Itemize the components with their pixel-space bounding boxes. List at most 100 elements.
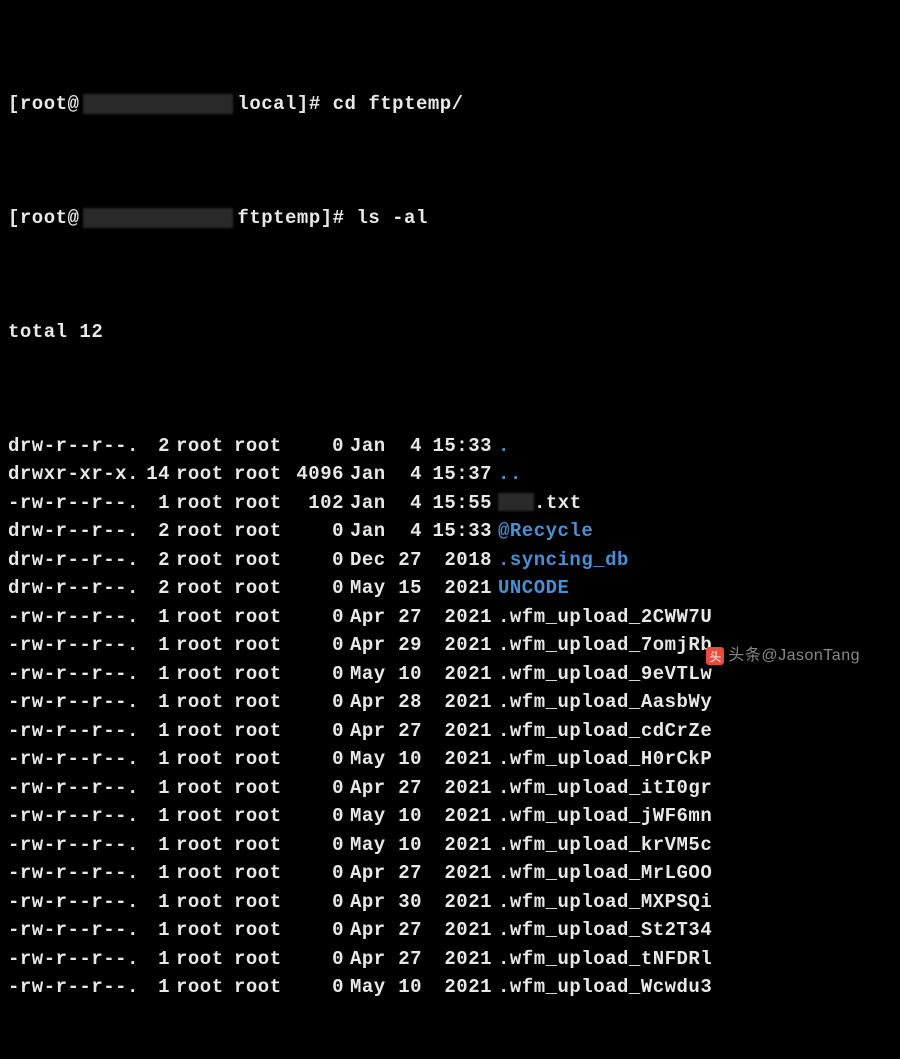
file-perms: -rw-r--r--. [8,916,140,945]
file-row: -rw-r--r--.1rootroot0Apr272021.wfm_uploa… [8,916,892,945]
file-time: 2021 [428,945,498,974]
file-perms: -rw-r--r--. [8,888,140,917]
file-perms: drw-r--r--. [8,546,140,575]
file-group: root [234,460,292,489]
file-name: .. [498,460,892,489]
file-name: .wfm_upload_2CWW7U [498,603,892,632]
file-month: Apr [350,774,396,803]
file-name: .txt [498,489,892,518]
file-size: 0 [292,631,350,660]
file-perms: drw-r--r--. [8,432,140,461]
file-row: -rw-r--r--.1rootroot0Apr272021.wfm_uploa… [8,603,892,632]
redacted-filename-prefix [498,493,534,511]
file-group: root [234,802,292,831]
file-time: 2021 [428,660,498,689]
file-perms: -rw-r--r--. [8,631,140,660]
file-links: 1 [140,631,176,660]
file-perms: -rw-r--r--. [8,660,140,689]
file-links: 2 [140,432,176,461]
file-time: 2021 [428,859,498,888]
watermark-text: 头条@JasonTang [728,647,860,664]
file-name: .wfm_upload_cdCrZe [498,717,892,746]
file-owner: root [176,916,234,945]
file-links: 1 [140,774,176,803]
file-links: 1 [140,802,176,831]
file-owner: root [176,489,234,518]
spacer [321,90,333,119]
file-name: .wfm_upload_MXPSQi [498,888,892,917]
file-day: 30 [396,888,428,917]
file-owner: root [176,460,234,489]
file-group: root [234,831,292,860]
file-day: 4 [396,460,428,489]
file-day: 10 [396,973,428,1002]
file-time: 2018 [428,546,498,575]
command-text: ls -al [356,204,427,233]
file-links: 1 [140,831,176,860]
watermark-icon [706,647,724,665]
redacted-host [83,94,233,114]
terminal-output[interactable]: [root@ local]# cd ftptemp/ [root@ ftptem… [8,4,892,1059]
file-group: root [234,688,292,717]
file-size: 0 [292,831,350,860]
prompt-cwd: ftptemp]# [237,204,344,233]
file-size: 0 [292,660,350,689]
file-size: 0 [292,945,350,974]
file-row: drw-r--r--.2rootroot0Dec272018.syncing_d… [8,546,892,575]
file-links: 1 [140,603,176,632]
file-links: 1 [140,717,176,746]
file-name: .wfm_upload_itI0gr [498,774,892,803]
file-size: 0 [292,432,350,461]
file-size: 0 [292,916,350,945]
file-day: 29 [396,631,428,660]
file-size: 0 [292,802,350,831]
watermark: 头条@JasonTang [706,644,860,668]
file-links: 1 [140,745,176,774]
file-month: Apr [350,859,396,888]
file-links: 1 [140,916,176,945]
file-row: drw-r--r--.2rootroot0May152021UNCODE [8,574,892,603]
file-size: 4096 [292,460,350,489]
file-row: -rw-r--r--.1rootroot0Apr282021.wfm_uploa… [8,688,892,717]
file-links: 1 [140,489,176,518]
file-group: root [234,660,292,689]
file-size: 0 [292,859,350,888]
file-links: 14 [140,460,176,489]
file-month: May [350,574,396,603]
file-row: drwxr-xr-x.14rootroot4096Jan415:37.. [8,460,892,489]
prompt-line-1: [root@ local]# cd ftptemp/ [8,90,892,119]
file-month: Apr [350,688,396,717]
file-row: -rw-r--r--.1rootroot0Apr272021.wfm_uploa… [8,859,892,888]
file-owner: root [176,802,234,831]
file-month: Dec [350,546,396,575]
file-group: root [234,945,292,974]
file-day: 28 [396,688,428,717]
file-row: -rw-r--r--.1rootroot0Apr272021.wfm_uploa… [8,717,892,746]
redacted-host [83,208,233,228]
file-group: root [234,859,292,888]
file-size: 0 [292,517,350,546]
file-size: 0 [292,603,350,632]
file-month: Apr [350,888,396,917]
file-perms: -rw-r--r--. [8,489,140,518]
file-row: -rw-r--r--.1rootroot0May102021.wfm_uploa… [8,802,892,831]
file-group: root [234,916,292,945]
prompt-prefix: [root@ [8,90,79,119]
file-group: root [234,432,292,461]
file-group: root [234,574,292,603]
file-row: drw-r--r--.2rootroot0Jan415:33. [8,432,892,461]
file-row: -rw-r--r--.1rootroot0Apr302021.wfm_uploa… [8,888,892,917]
file-size: 0 [292,745,350,774]
file-owner: root [176,717,234,746]
file-time: 2021 [428,802,498,831]
file-links: 2 [140,574,176,603]
file-day: 27 [396,603,428,632]
file-day: 27 [396,774,428,803]
file-time: 2021 [428,973,498,1002]
file-time: 2021 [428,774,498,803]
file-row: -rw-r--r--.1rootroot0May102021.wfm_uploa… [8,973,892,1002]
file-links: 1 [140,973,176,1002]
file-group: root [234,973,292,1002]
file-day: 27 [396,945,428,974]
file-group: root [234,745,292,774]
